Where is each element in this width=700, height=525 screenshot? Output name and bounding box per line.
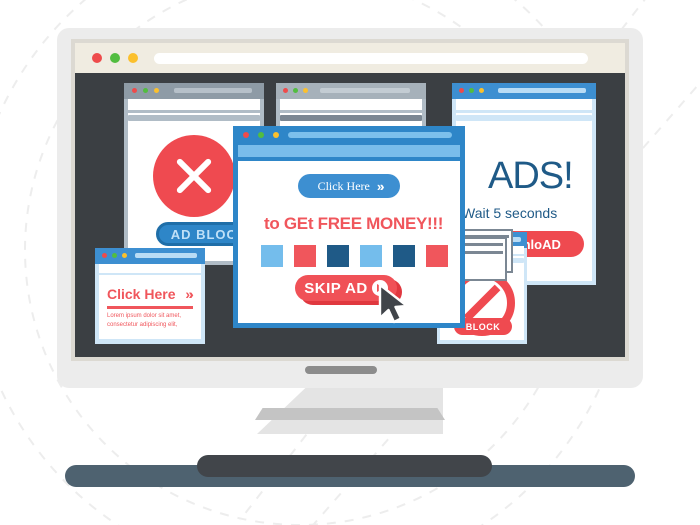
lorem-body-text: Lorem ipsum dolor sit amet, consectetur … [107,313,182,328]
popup-content: Click Here »› to GEt FREE MONEY!!! SKIP … [238,161,460,323]
window-content: Click Here »› Lorem ipsum dolor sit amet… [99,275,201,339]
popup-toolbar-strip [238,145,460,157]
block-button-label: BLOCK [465,321,501,332]
skip-ad-button-label: SKIP AD [304,279,368,297]
front-ad-popup[interactable]: Click Here »› to GEt FREE MONEY!!! SKIP … [233,126,465,328]
window-titlebar[interactable] [276,83,426,99]
minimize-icon[interactable] [110,53,120,63]
address-bar[interactable] [135,253,197,258]
minimize-icon[interactable] [143,88,148,93]
minimize-icon[interactable] [293,88,298,93]
screen-viewport: AD BLOCK FREE ADS [75,73,625,357]
browser-chrome-bar [75,43,625,73]
swatch-3 [327,245,349,267]
window-titlebar[interactable] [124,83,264,99]
toolbar-strip [280,99,422,110]
swatch-1 [261,245,283,267]
red-divider [107,306,193,309]
content-bar [128,115,260,121]
address-bar[interactable] [320,88,410,93]
swatch-6 [426,245,448,267]
maximize-icon[interactable] [122,253,127,258]
wait-seconds-text: Wait 5 seconds [462,205,558,221]
toolbar-strip [128,99,260,110]
click-here-label: Click Here [107,286,176,302]
swatch-4 [360,245,382,267]
minimize-icon[interactable] [469,88,474,93]
monitor-foot [255,408,445,420]
address-bar[interactable] [154,53,588,64]
close-icon[interactable] [92,53,102,63]
swatch-2 [294,245,316,267]
window-titlebar[interactable] [452,83,596,99]
close-icon[interactable] [243,132,249,138]
swatch-5 [393,245,415,267]
address-bar[interactable] [174,88,252,93]
click-here-headline[interactable]: Click Here »› [107,286,194,302]
toolbar-strip [99,264,201,273]
chevron-right-icon: »› [185,286,194,302]
error-x-icon [153,135,235,217]
minimize-icon[interactable] [258,132,264,138]
address-bar[interactable] [288,132,452,138]
chevron-right-icon: »› [376,178,384,194]
popup-click-here-button[interactable]: Click Here »› [298,174,400,198]
maximize-icon[interactable] [273,132,279,138]
content-bar [280,115,422,121]
maximize-icon[interactable] [128,53,138,63]
illustration-stage: AD BLOCK FREE ADS [0,0,700,525]
popup-headline: to GEt FREE MONEY!!! [264,214,444,233]
click-here-window[interactable]: Click Here »› Lorem ipsum dolor sit amet… [95,248,205,344]
close-icon[interactable] [102,253,107,258]
maximize-icon[interactable] [479,88,484,93]
popup-titlebar[interactable] [233,126,465,144]
toolbar-strip [456,99,592,110]
monitor-power-led [305,366,377,374]
popup-click-here-label: Click Here [317,178,370,193]
maximize-icon[interactable] [154,88,159,93]
content-bar [456,115,592,121]
close-icon[interactable] [132,88,137,93]
address-bar[interactable] [498,88,586,93]
close-icon[interactable] [459,88,464,93]
window-titlebar[interactable] [95,248,205,264]
mouse-pointer-icon [378,284,409,324]
close-icon[interactable] [283,88,288,93]
ads-headline: ADS! [488,155,574,197]
maximize-icon[interactable] [303,88,308,93]
keyboard-body[interactable] [197,455,492,477]
minimize-icon[interactable] [112,253,117,258]
